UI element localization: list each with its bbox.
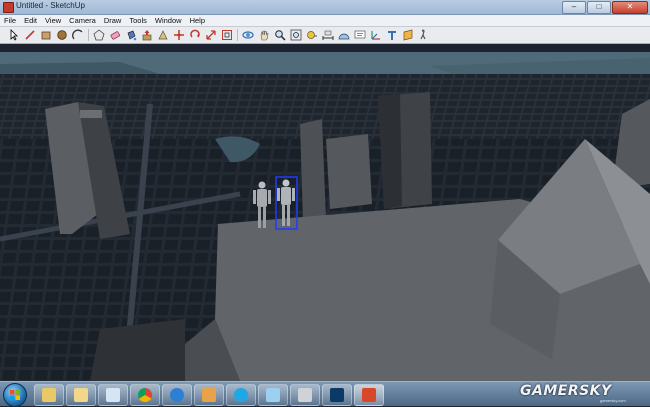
window-title: Untitled - SketchUp — [16, 1, 85, 10]
dimension-icon[interactable] — [322, 29, 334, 41]
taskbar-paint[interactable] — [258, 384, 288, 406]
sketchup-app-icon[interactable] — [3, 2, 14, 13]
offset-icon[interactable] — [221, 29, 233, 41]
circle-icon[interactable] — [56, 29, 68, 41]
photoshop-icon — [330, 388, 344, 402]
rotate-icon[interactable] — [189, 29, 201, 41]
3d-text-icon[interactable] — [386, 29, 398, 41]
taskbar-media[interactable] — [98, 384, 128, 406]
taskbar-photoshop[interactable] — [322, 384, 352, 406]
zoom-extents-icon[interactable] — [290, 29, 302, 41]
push-pull-icon[interactable] — [141, 29, 153, 41]
menu-view[interactable]: View — [41, 15, 65, 26]
paint-bucket-icon[interactable] — [125, 29, 137, 41]
pan-icon[interactable] — [258, 29, 270, 41]
taskbar-skype[interactable] — [226, 384, 256, 406]
skype-icon — [234, 388, 248, 402]
line-icon[interactable] — [24, 29, 36, 41]
menu-window[interactable]: Window — [151, 15, 186, 26]
arc-icon[interactable] — [72, 29, 84, 41]
protractor-icon[interactable] — [338, 29, 350, 41]
explorer-icon — [42, 388, 56, 402]
move-icon[interactable] — [173, 29, 185, 41]
paint-icon — [266, 388, 280, 402]
menu-edit[interactable]: Edit — [20, 15, 41, 26]
sketchup-figure-icon — [298, 388, 312, 402]
main-toolbar — [0, 27, 650, 44]
tower-center — [300, 119, 326, 222]
walk-icon[interactable] — [418, 29, 430, 41]
taskbar-explorer[interactable] — [34, 384, 64, 406]
follow-me-icon[interactable] — [157, 29, 169, 41]
maximize-button[interactable]: □ — [587, 1, 611, 14]
axes-icon[interactable] — [370, 29, 382, 41]
taskbar-folder[interactable] — [194, 384, 224, 406]
menu-tools[interactable]: Tools — [125, 15, 151, 26]
menu-file[interactable]: File — [0, 15, 20, 26]
scale-icon[interactable] — [205, 29, 217, 41]
rectangle-icon[interactable] — [40, 29, 52, 41]
window-titlebar: Untitled - SketchUp – □ ✕ — [0, 0, 650, 15]
window-controls: – □ ✕ — [562, 1, 648, 14]
media-icon — [106, 388, 120, 402]
watermark-sub: gamersky.com — [600, 398, 626, 403]
ie-icon — [170, 388, 184, 402]
zoom-icon[interactable] — [274, 29, 286, 41]
select-icon[interactable] — [8, 29, 20, 41]
section-plane-icon[interactable] — [402, 29, 414, 41]
taskbar-sketchup[interactable] — [354, 384, 384, 406]
orbit-icon[interactable] — [242, 29, 254, 41]
windows-flag-icon — [10, 390, 20, 400]
eraser-icon[interactable] — [109, 29, 121, 41]
tape-measure-icon[interactable] — [306, 29, 318, 41]
toolbar-separator — [237, 29, 238, 41]
menu-draw[interactable]: Draw — [100, 15, 126, 26]
taskbar-chrome[interactable] — [130, 384, 160, 406]
polygon-icon[interactable] — [93, 29, 105, 41]
model-viewport[interactable] — [0, 44, 650, 381]
library-icon — [74, 388, 88, 402]
taskbar-ie[interactable] — [162, 384, 192, 406]
toolbar-separator — [88, 29, 89, 41]
menu-help[interactable]: Help — [186, 15, 209, 26]
folder-icon — [202, 388, 216, 402]
taskbar-library[interactable] — [66, 384, 96, 406]
taskbar-sketchup-figure[interactable] — [290, 384, 320, 406]
tower-center-box — [326, 134, 372, 209]
tower-left-top — [80, 110, 102, 118]
menu-camera[interactable]: Camera — [65, 15, 100, 26]
close-button[interactable]: ✕ — [612, 1, 648, 14]
text-icon[interactable] — [354, 29, 366, 41]
start-button[interactable] — [3, 383, 27, 407]
sketchup-icon — [362, 388, 376, 402]
menu-bar: File Edit View Camera Draw Tools Window … — [0, 15, 650, 27]
watermark-logo: GAMERSKY — [520, 383, 612, 399]
minimize-button[interactable]: – — [562, 1, 586, 14]
chrome-icon — [138, 388, 152, 402]
